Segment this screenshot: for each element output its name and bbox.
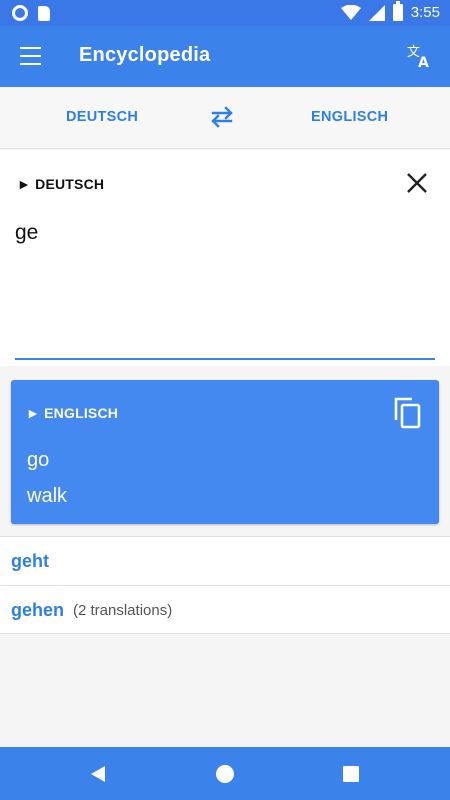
input-text-field[interactable]: ge	[15, 221, 38, 245]
suggestion-item[interactable]: gehen (2 translations)	[0, 585, 450, 634]
wifi-icon	[340, 4, 361, 20]
svg-text:A: A	[418, 55, 429, 69]
sd-card-icon	[38, 5, 50, 21]
swap-icon[interactable]	[209, 106, 235, 128]
notification-circle-icon	[12, 5, 28, 21]
input-underline	[15, 358, 435, 360]
suggestion-item[interactable]: geht	[0, 536, 450, 585]
translate-icon[interactable]: 文 A	[406, 43, 432, 69]
target-language-button[interactable]: ENGLISCH	[311, 109, 388, 125]
back-icon[interactable]	[90, 765, 106, 783]
language-bar: DEUTSCH ENGLISCH	[0, 87, 450, 149]
result-language-label: ► ENGLISCH	[26, 405, 119, 421]
status-time: 3:55	[410, 4, 440, 21]
system-nav-bar	[0, 747, 450, 800]
status-left-icons	[12, 5, 50, 21]
suggestion-translation-count: (2 translations)	[73, 602, 173, 619]
recent-apps-icon[interactable]	[343, 766, 359, 782]
copy-icon[interactable]	[393, 396, 423, 430]
input-card: ► DEUTSCH ge	[0, 150, 450, 366]
translation-line: walk	[27, 485, 68, 507]
suggestion-word: gehen	[11, 600, 65, 620]
suggestion-word: geht	[11, 551, 49, 571]
result-card: ► ENGLISCH go walk	[11, 380, 439, 524]
translation-line: go	[27, 449, 50, 471]
close-icon[interactable]	[405, 171, 429, 195]
app-title: Encyclopedia	[79, 44, 211, 66]
source-language-button[interactable]: DEUTSCH	[66, 109, 138, 125]
suggestion-list: geht gehen (2 translations)	[0, 536, 450, 634]
status-bar: 3:55	[0, 0, 450, 26]
signal-icon	[368, 4, 385, 21]
status-right-icons: 3:55	[340, 1, 440, 21]
battery-icon	[392, 1, 403, 21]
input-language-label[interactable]: ► DEUTSCH	[17, 176, 104, 192]
menu-icon[interactable]	[20, 47, 41, 65]
app-bar: Encyclopedia 文 A	[0, 26, 450, 87]
home-icon[interactable]	[216, 765, 234, 783]
